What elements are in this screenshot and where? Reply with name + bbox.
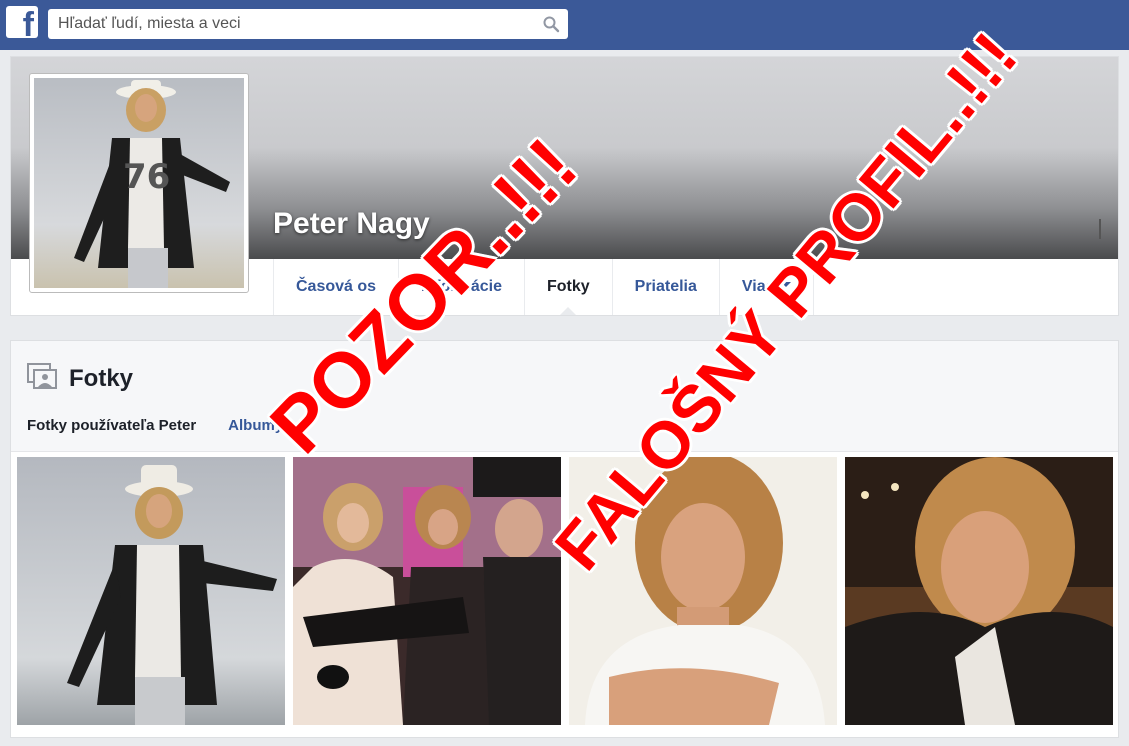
top-navigation-bar: f	[0, 0, 1129, 50]
photo-image	[569, 457, 837, 725]
profile-picture[interactable]: 76	[29, 73, 249, 293]
photo-image	[293, 457, 561, 725]
photo-thumbnail[interactable]	[845, 457, 1113, 725]
photos-title: Fotky	[69, 365, 134, 392]
tab-about[interactable]: Informácie	[398, 259, 524, 315]
photos-icon	[27, 363, 57, 389]
facebook-logo-letter: f	[22, 6, 34, 44]
cover-divider	[1099, 219, 1101, 239]
photo-thumbnail[interactable]	[17, 457, 285, 725]
chevron-down-icon	[780, 282, 791, 292]
profile-photo-image: 76	[34, 78, 244, 288]
facebook-logo-icon[interactable]: f	[6, 6, 38, 42]
tab-photos[interactable]: Fotky	[523, 259, 612, 315]
tab-more-label: Viac	[741, 278, 775, 295]
tab-albums[interactable]: Albumy	[228, 417, 283, 434]
photo-thumbnail[interactable]	[293, 457, 561, 725]
search-box[interactable]	[48, 9, 568, 39]
photos-subtabs: Fotky používateľa Peter Albumy	[27, 417, 315, 434]
profile-tabs: Časová os Informácie Fotky Priatelia Via…	[273, 259, 814, 315]
tab-timeline[interactable]: Časová os	[273, 259, 398, 315]
photos-section: Fotky Fotky používateľa Peter Albumy	[10, 340, 1119, 738]
profile-name[interactable]: Peter Nagy	[273, 207, 430, 241]
photo-image	[17, 457, 285, 725]
photo-grid	[17, 457, 1113, 725]
search-icon[interactable]	[542, 15, 560, 33]
tab-more[interactable]: Viac	[718, 259, 814, 315]
photo-thumbnail[interactable]	[569, 457, 837, 725]
photo-image	[845, 457, 1113, 725]
tab-friends[interactable]: Priatelia	[611, 259, 719, 315]
photos-header: Fotky Fotky používateľa Peter Albumy	[11, 341, 1118, 452]
profile-header: Peter Nagy 76 Časová os Informácie Fotky…	[10, 56, 1119, 316]
tab-user-photos[interactable]: Fotky používateľa Peter	[27, 417, 196, 434]
search-input[interactable]	[48, 9, 548, 39]
shirt-number: 76	[123, 157, 170, 197]
